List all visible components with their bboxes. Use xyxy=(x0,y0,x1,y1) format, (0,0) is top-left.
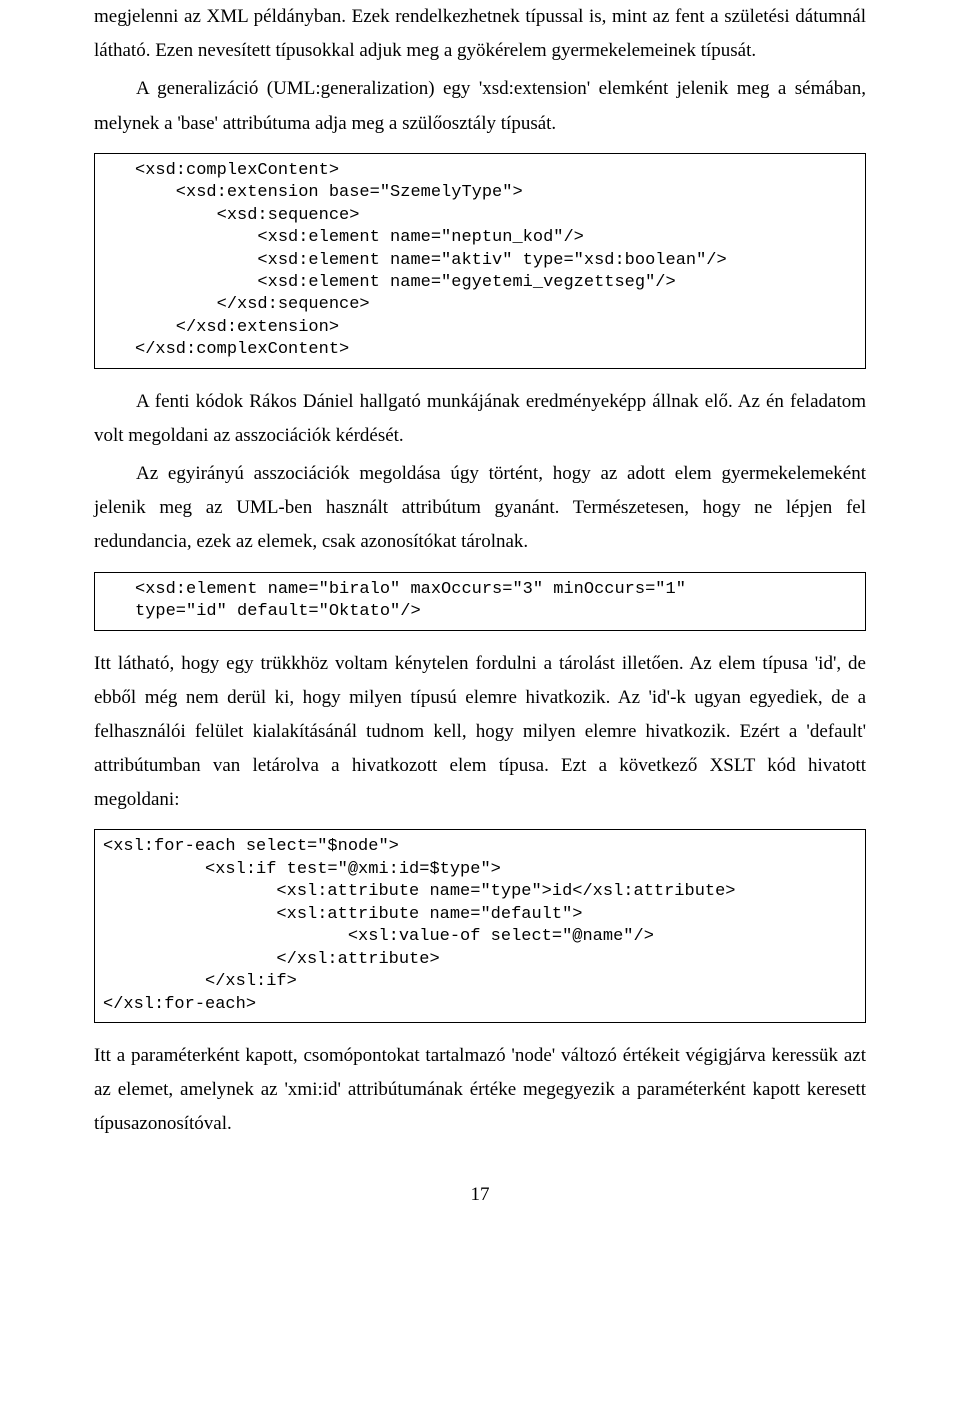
code-block-2: <xsd:element name="biralo" maxOccurs="3"… xyxy=(94,572,866,631)
paragraph-5: Itt látható, hogy egy trükkhöz voltam ké… xyxy=(94,647,866,818)
code-block-3: <xsl:for-each select="$node"> <xsl:if te… xyxy=(94,829,866,1023)
paragraph-6: Itt a paraméterként kapott, csomópontoka… xyxy=(94,1039,866,1142)
paragraph-4: Az egyirányú asszociációk megoldása úgy … xyxy=(94,457,866,560)
page-content: megjelenni az XML példányban. Ezek rende… xyxy=(0,0,960,1252)
paragraph-3: A fenti kódok Rákos Dániel hallgató munk… xyxy=(94,385,866,453)
paragraph-1: megjelenni az XML példányban. Ezek rende… xyxy=(94,0,866,68)
code-block-1: <xsd:complexContent> <xsd:extension base… xyxy=(94,153,866,369)
page-number: 17 xyxy=(94,1178,866,1212)
paragraph-2: A generalizáció (UML:generalization) egy… xyxy=(94,72,866,140)
document-page: megjelenni az XML példányban. Ezek rende… xyxy=(0,0,960,1252)
